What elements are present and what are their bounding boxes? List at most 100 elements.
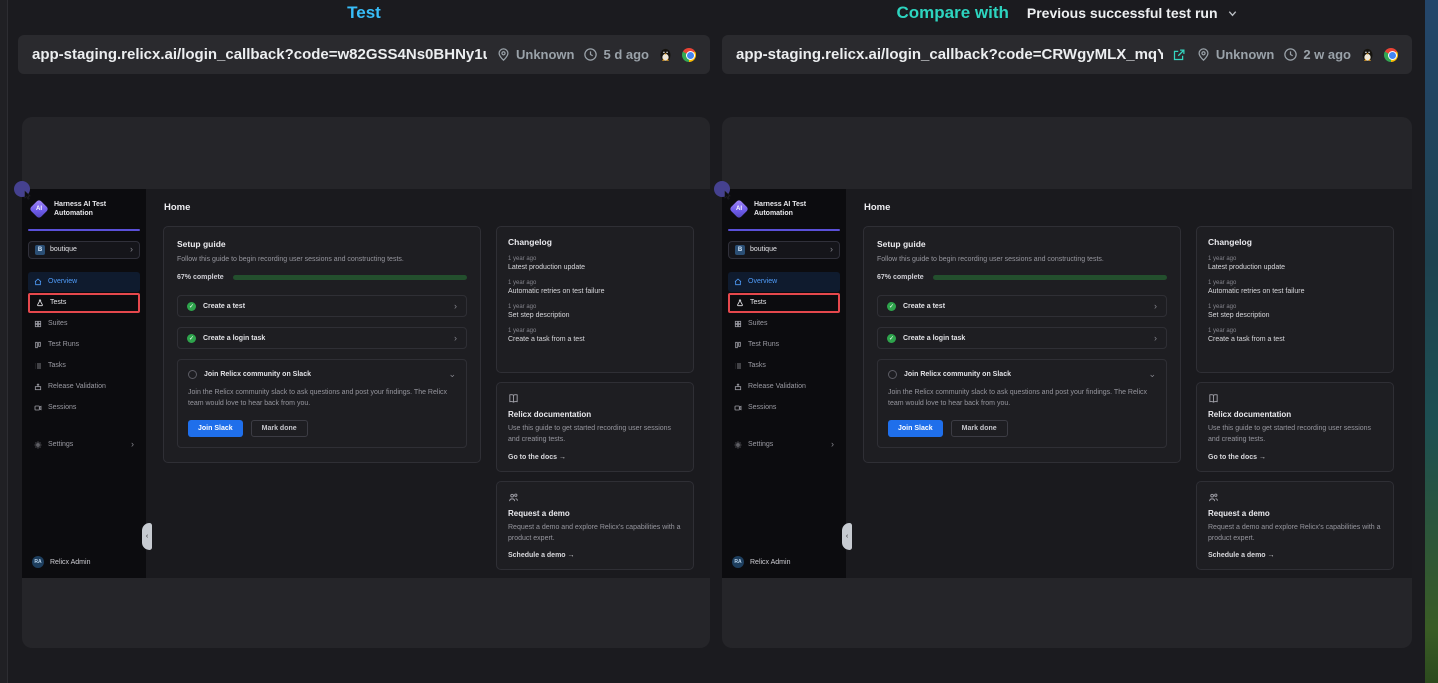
request-demo-description: Request a demo and explore Relicx's capa… bbox=[508, 523, 682, 545]
project-name: boutique bbox=[50, 246, 125, 253]
setup-guide-card: Setup guide Follow this guide to begin r… bbox=[163, 226, 481, 463]
grid-icon bbox=[734, 320, 742, 328]
list-icon bbox=[734, 362, 742, 370]
harness-logo-icon: AI bbox=[29, 200, 49, 220]
documentation-title: Relicx documentation bbox=[1208, 410, 1382, 419]
project-badge: B bbox=[35, 245, 45, 255]
compare-screenshot[interactable]: AI Harness AI Test Automation B boutique… bbox=[722, 117, 1412, 648]
progress-label: 67% complete bbox=[877, 274, 924, 281]
compare-location-badge: Unknown bbox=[1196, 47, 1275, 62]
sidebar-nav: Overview Tests Suites Test Runs Tasks bbox=[28, 272, 140, 419]
check-circle-icon: ✓ bbox=[187, 334, 196, 343]
progress-label: 67% complete bbox=[177, 274, 224, 281]
avatar: RA bbox=[32, 556, 44, 568]
compare-panel: Compare with Previous successful test ru… bbox=[722, 0, 1412, 683]
chevron-right-icon: › bbox=[831, 440, 834, 449]
clock-icon bbox=[583, 47, 598, 62]
changelog-entry: 1 year ago Latest production update bbox=[1208, 256, 1382, 271]
book-icon bbox=[508, 393, 519, 404]
project-badge: B bbox=[735, 245, 745, 255]
setup-guide-description: Follow this guide to begin recording use… bbox=[877, 256, 1167, 263]
request-demo-title: Request a demo bbox=[1208, 509, 1382, 518]
go-to-docs-link: Go to the docs → bbox=[1208, 454, 1382, 461]
gear-icon bbox=[734, 441, 742, 449]
check-circle-icon: ✓ bbox=[887, 302, 896, 311]
go-to-docs-link: Go to the docs → bbox=[508, 454, 682, 461]
sidebar-item-sessions: Sessions bbox=[28, 398, 140, 418]
unchecked-circle-icon bbox=[188, 370, 197, 379]
check-circle-icon: ✓ bbox=[887, 334, 896, 343]
unchecked-circle-icon bbox=[888, 370, 897, 379]
next-item-edge bbox=[1425, 0, 1438, 683]
step-create-login-task: ✓ Create a login task › bbox=[877, 327, 1167, 349]
external-link-icon[interactable] bbox=[1172, 47, 1187, 62]
sidebar-item-test-runs: Test Runs bbox=[28, 335, 140, 355]
schedule-demo-link: Schedule a demo → bbox=[508, 552, 682, 559]
mouse-cursor-icon bbox=[23, 190, 34, 201]
mark-done-button: Mark done bbox=[251, 420, 308, 437]
changelog-entry: 1 year ago Set step description bbox=[1208, 304, 1382, 319]
page-title: Home bbox=[864, 202, 1397, 213]
request-demo-title: Request a demo bbox=[508, 509, 682, 518]
current-test-header: Test bbox=[18, 0, 710, 26]
step-join-slack: Join Relicx community on Slack ⌄ Join th… bbox=[877, 359, 1167, 448]
documentation-description: Use this guide to get started recording … bbox=[1208, 424, 1382, 446]
app-main: Home Setup guide Follow this guide to be… bbox=[846, 189, 1412, 578]
app-sidebar: AI Harness AI Test Automation B boutique… bbox=[722, 189, 846, 578]
changelog-entry: 1 year ago Latest production update bbox=[508, 256, 682, 271]
video-icon bbox=[34, 404, 42, 412]
setup-progress: 67% complete bbox=[877, 274, 1167, 281]
compare-screenshot-content: AI Harness AI Test Automation B boutique… bbox=[722, 189, 1412, 578]
sidebar-item-release-validation: Release Validation bbox=[28, 377, 140, 397]
current-test-panel: Test app-staging.relicx.ai/login_callbac… bbox=[18, 0, 710, 683]
setup-progress: 67% complete bbox=[177, 274, 467, 281]
progress-bar bbox=[233, 275, 467, 280]
changelog-entry: 1 year ago Automatic retries on test fai… bbox=[508, 280, 682, 295]
compare-panel-title: Compare with bbox=[896, 3, 1008, 23]
changelog-entry: 1 year ago Set step description bbox=[508, 304, 682, 319]
request-demo-card: Request a demo Request a demo and explor… bbox=[1196, 481, 1394, 571]
changelog-entry: 1 year ago Automatic retries on test fai… bbox=[1208, 280, 1382, 295]
compare-target-label: Previous successful test run bbox=[1027, 5, 1218, 21]
app-sidebar: AI Harness AI Test Automation B boutique… bbox=[22, 189, 146, 578]
compare-target-dropdown[interactable]: Previous successful test run bbox=[1027, 5, 1238, 21]
grid-icon bbox=[34, 320, 42, 328]
home-icon bbox=[34, 278, 42, 286]
setup-guide-description: Follow this guide to begin recording use… bbox=[177, 256, 467, 263]
avatar: RA bbox=[732, 556, 744, 568]
sidebar-item-tests: Tests bbox=[28, 293, 140, 313]
compare-time-badge: 2 w ago bbox=[1283, 47, 1351, 62]
chevron-right-icon: › bbox=[454, 333, 457, 343]
chevron-right-icon: › bbox=[830, 245, 833, 254]
book-icon bbox=[1208, 393, 1219, 404]
sidebar-item-settings: Settings › bbox=[28, 435, 140, 455]
project-selector: B boutique › bbox=[28, 241, 140, 259]
test-panel-title: Test bbox=[347, 3, 381, 23]
test-url-bar[interactable]: app-staging.relicx.ai/login_callback?cod… bbox=[18, 35, 710, 74]
join-slack-button: Join Slack bbox=[188, 420, 243, 437]
mark-done-button: Mark done bbox=[951, 420, 1008, 437]
user-name: Relicx Admin bbox=[750, 559, 790, 566]
chevron-left-icon: ‹ bbox=[846, 533, 848, 540]
list-icon bbox=[34, 362, 42, 370]
clock-icon bbox=[1283, 47, 1298, 62]
people-icon bbox=[508, 492, 519, 503]
request-demo-description: Request a demo and explore Relicx's capa… bbox=[1208, 523, 1382, 545]
progress-bar bbox=[933, 275, 1167, 280]
location-pin-icon bbox=[496, 47, 511, 62]
chevron-right-icon: › bbox=[454, 301, 457, 311]
documentation-description: Use this guide to get started recording … bbox=[508, 424, 682, 446]
changelog-entry: 1 year ago Create a task from a test bbox=[1208, 328, 1382, 343]
sidebar-collapse-handle: ‹ bbox=[142, 523, 152, 550]
linux-os-icon bbox=[658, 47, 673, 62]
sidebar-item-settings: Settings › bbox=[728, 435, 840, 455]
step-create-test: ✓ Create a test › bbox=[177, 295, 467, 317]
test-screenshot[interactable]: AI Harness AI Test Automation B boutique… bbox=[22, 117, 710, 648]
mouse-cursor-icon bbox=[723, 190, 734, 201]
project-name: boutique bbox=[750, 246, 825, 253]
flask-icon bbox=[36, 299, 44, 307]
changelog-card: Changelog 1 year ago Latest production u… bbox=[496, 226, 694, 373]
relicx-app-screenshot: AI Harness AI Test Automation B boutique… bbox=[22, 189, 710, 578]
compare-url-bar[interactable]: app-staging.relicx.ai/login_callback?cod… bbox=[722, 35, 1412, 74]
sidebar-item-sessions: Sessions bbox=[728, 398, 840, 418]
